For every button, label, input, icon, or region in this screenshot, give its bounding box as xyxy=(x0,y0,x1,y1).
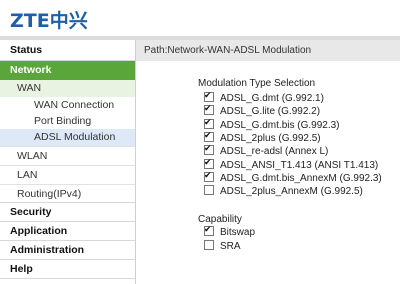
modulation-option[interactable]: ADSL_ANSI_T1.413 (ANSI T1.413) xyxy=(204,156,379,171)
nav-port-binding[interactable]: Port Binding xyxy=(0,113,135,129)
capability-checkbox[interactable] xyxy=(204,223,214,236)
nav-wan[interactable]: WAN xyxy=(0,80,135,97)
sidebar: Status Network WAN WAN Connection Port B… xyxy=(0,40,136,284)
capability-option[interactable]: SRA xyxy=(204,239,241,252)
capability-option-label: Bitswap xyxy=(220,227,256,238)
modulation-option-label: ADSL_ANSI_T1.413 (ANSI T1.413) xyxy=(220,159,379,171)
nav-wlan[interactable]: WLAN xyxy=(0,146,135,165)
modulation-checkbox[interactable] xyxy=(204,129,214,142)
modulation-option[interactable]: ADSL_2plus_AnnexM (G.992.5) xyxy=(204,185,363,197)
modulation-checkbox[interactable] xyxy=(204,185,214,196)
modulation-option-label: ADSL_2plus_AnnexM (G.992.5) xyxy=(220,186,363,198)
nav-administration[interactable]: Administration xyxy=(0,241,135,260)
modulation-option-label: ADSL_G.dmt (G.992.1) xyxy=(220,93,324,104)
nav-status[interactable]: Status xyxy=(0,40,135,61)
zte-logo: ZTE中兴 xyxy=(10,10,88,32)
nav-application[interactable]: Application xyxy=(0,222,135,241)
nav-network[interactable]: Network xyxy=(0,61,135,80)
modulation-option-label: ADSL_2plus (G.992.5) xyxy=(220,132,321,144)
main-content: Path:Network-WAN-ADSL Modulation Modulat… xyxy=(136,40,400,284)
modulation-checkbox[interactable] xyxy=(204,116,214,129)
modulation-option[interactable]: ADSL_G.dmt.bis (G.992.3) xyxy=(204,116,340,131)
modulation-option-label: ADSL_re-adsl (Annex L) xyxy=(220,146,329,158)
modulation-checkbox[interactable] xyxy=(204,142,214,156)
modulation-checkbox[interactable] xyxy=(204,102,214,116)
modulation-heading: Modulation Type Selection xyxy=(198,78,316,89)
modulation-option[interactable]: ADSL_G.dmt.bis_AnnexM (G.992.3) xyxy=(204,169,382,184)
capability-checkbox[interactable] xyxy=(204,239,214,250)
modulation-checkbox[interactable] xyxy=(204,89,214,102)
capability-option[interactable]: Bitswap xyxy=(204,223,256,238)
nav-security[interactable]: Security xyxy=(0,203,135,222)
modulation-option[interactable]: ADSL_re-adsl (Annex L) xyxy=(204,142,329,158)
modulation-option[interactable]: ADSL_G.dmt (G.992.1) xyxy=(204,89,324,104)
nav-routing[interactable]: Routing(IPv4) xyxy=(0,184,135,203)
breadcrumb: Path:Network-WAN-ADSL Modulation xyxy=(136,40,400,61)
modulation-option-label: ADSL_G.dmt.bis_AnnexM (G.992.3) xyxy=(220,172,382,184)
modulation-checkbox[interactable] xyxy=(204,169,214,182)
modulation-option-label: ADSL_G.lite (G.992.2) xyxy=(220,106,321,118)
nav-adsl-modulation[interactable]: ADSL Modulation xyxy=(0,129,135,146)
modulation-option[interactable]: ADSL_G.lite (G.992.2) xyxy=(204,102,321,118)
modulation-option[interactable]: ADSL_2plus (G.992.5) xyxy=(204,129,321,144)
nav-help[interactable]: Help xyxy=(0,260,135,279)
nav-lan[interactable]: LAN xyxy=(0,165,135,184)
capability-option-label: SRA xyxy=(220,240,241,252)
header: ZTE中兴 xyxy=(0,0,400,36)
nav-wan-connection[interactable]: WAN Connection xyxy=(0,97,135,113)
modulation-option-label: ADSL_G.dmt.bis (G.992.3) xyxy=(220,119,340,131)
modulation-checkbox[interactable] xyxy=(204,156,214,169)
